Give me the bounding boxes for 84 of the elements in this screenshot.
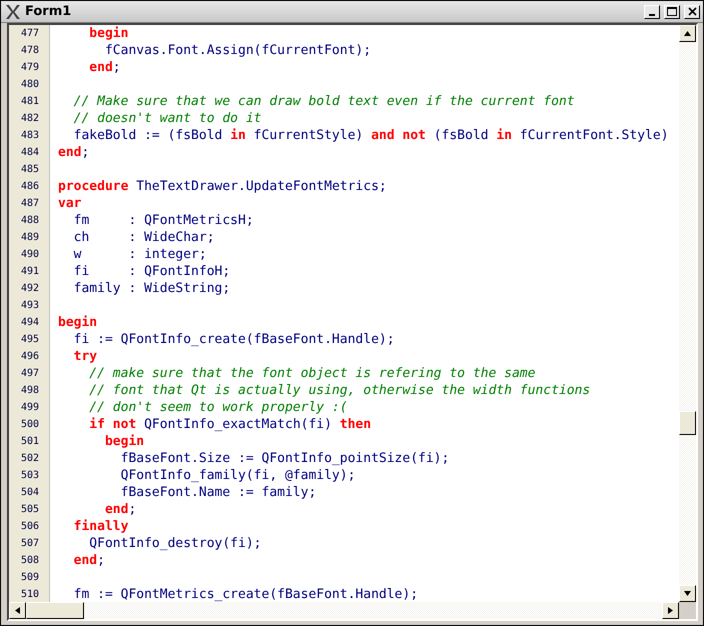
horizontal-scrollbar[interactable] (9, 602, 696, 619)
line-number: 508 (9, 552, 50, 569)
code-line: fakeBold := (fsBold in fCurrentStyle) and not (fsBold in fCurrentFont.Style) (72, 127, 669, 144)
scroll-up-button[interactable] (679, 25, 696, 42)
line-number: 477 (9, 25, 50, 42)
close-button[interactable] (684, 4, 700, 18)
minimize-icon (649, 14, 655, 16)
code-line: fi : QFontInfoH; (72, 263, 230, 280)
maximize-button[interactable] (664, 4, 680, 18)
minimize-button[interactable] (644, 4, 660, 18)
code-line: // font that Qt is actually using, otherwise the width functions (88, 382, 590, 399)
code-line: begin (57, 314, 98, 331)
code-line: w : integer; (72, 246, 207, 263)
code-line: end; (88, 59, 121, 76)
line-number: 489 (9, 229, 50, 246)
line-number: 492 (9, 280, 50, 297)
code-line: finally (72, 518, 128, 535)
code-line: begin (104, 433, 144, 450)
code-line: try (72, 348, 98, 365)
line-number: 502 (9, 450, 50, 467)
line-number: 497 (9, 365, 50, 382)
code-line: family : WideString; (72, 280, 230, 297)
line-number: 504 (9, 484, 50, 501)
line-number: 481 (9, 93, 50, 110)
line-number: 501 (9, 433, 50, 450)
line-number: 499 (9, 399, 50, 416)
code-line: QFontInfo_destroy(fi); (88, 535, 262, 552)
line-number: 486 (9, 178, 50, 195)
line-number: 487 (9, 195, 50, 212)
left-arrow-icon (14, 607, 21, 614)
down-arrow-icon (684, 590, 691, 597)
up-arrow-icon (684, 30, 691, 37)
line-number: 500 (9, 416, 50, 433)
code-line: // make sure that the font object is refering to the same (88, 365, 536, 382)
line-number: 494 (9, 314, 50, 331)
line-number: 503 (9, 467, 50, 484)
scroll-down-button[interactable] (679, 585, 696, 602)
line-number: 495 (9, 331, 50, 348)
code-line: fi := QFontInfo_create(fBaseFont.Handle); (72, 331, 395, 348)
code-line: end; (72, 552, 105, 569)
line-number: 479 (9, 59, 50, 76)
code-line: QFontInfo_family(fi, @family); (120, 467, 356, 484)
window-title: Form1 (25, 4, 72, 19)
code-line: if not QFontInfo_exactMatch(fi) then (88, 416, 372, 433)
line-number: 509 (9, 569, 50, 586)
close-icon (688, 7, 696, 16)
code-line: // Make sure that we can draw bold text even if the current font (72, 93, 575, 110)
right-arrow-icon (667, 607, 674, 614)
scroll-left-button[interactable] (9, 602, 26, 619)
line-number: 485 (9, 161, 50, 178)
code-line: // doesn't want to do it (72, 110, 262, 127)
line-number: 478 (9, 42, 50, 59)
line-number: 480 (9, 76, 50, 93)
code-line: procedure TheTextDrawer.UpdateFontMetrics; (57, 178, 387, 195)
line-number: 507 (9, 535, 50, 552)
code-line: var (57, 195, 82, 212)
line-number: 510 (9, 586, 50, 602)
line-number: 484 (9, 144, 50, 161)
code-line: fm : QFontMetricsH; (72, 212, 254, 229)
maximize-icon (667, 7, 677, 16)
code-line: fCanvas.Font.Assign(fCurrentFont); (104, 42, 372, 59)
line-number: 482 (9, 110, 50, 127)
line-number: 493 (9, 297, 50, 314)
line-number: 498 (9, 382, 50, 399)
line-number: 488 (9, 212, 50, 229)
code-line: fBaseFont.Size := QFontInfo_pointSize(fi); (120, 450, 450, 467)
scrollbar-thumb[interactable] (26, 602, 84, 619)
code-line: end; (104, 501, 136, 518)
x-logo-icon (5, 4, 21, 20)
code-line: fBaseFont.Name := family; (120, 484, 316, 501)
code-line: fm := QFontMetrics_create(fBaseFont.Handle); (72, 586, 418, 602)
code-line: begin (88, 25, 128, 42)
line-number: 506 (9, 518, 50, 535)
line-number: 491 (9, 263, 50, 280)
line-number: 505 (9, 501, 50, 518)
scroll-right-button[interactable] (662, 602, 679, 619)
code-line: end; (57, 144, 90, 161)
line-number: 490 (9, 246, 50, 263)
vertical-scrollbar[interactable] (679, 25, 696, 602)
scrollbar-thumb[interactable] (679, 411, 696, 436)
line-number: 483 (9, 127, 50, 144)
line-number: 496 (9, 348, 50, 365)
code-line: // don't seem to work properly :( (88, 399, 348, 416)
code-line: ch : WideChar; (72, 229, 215, 246)
